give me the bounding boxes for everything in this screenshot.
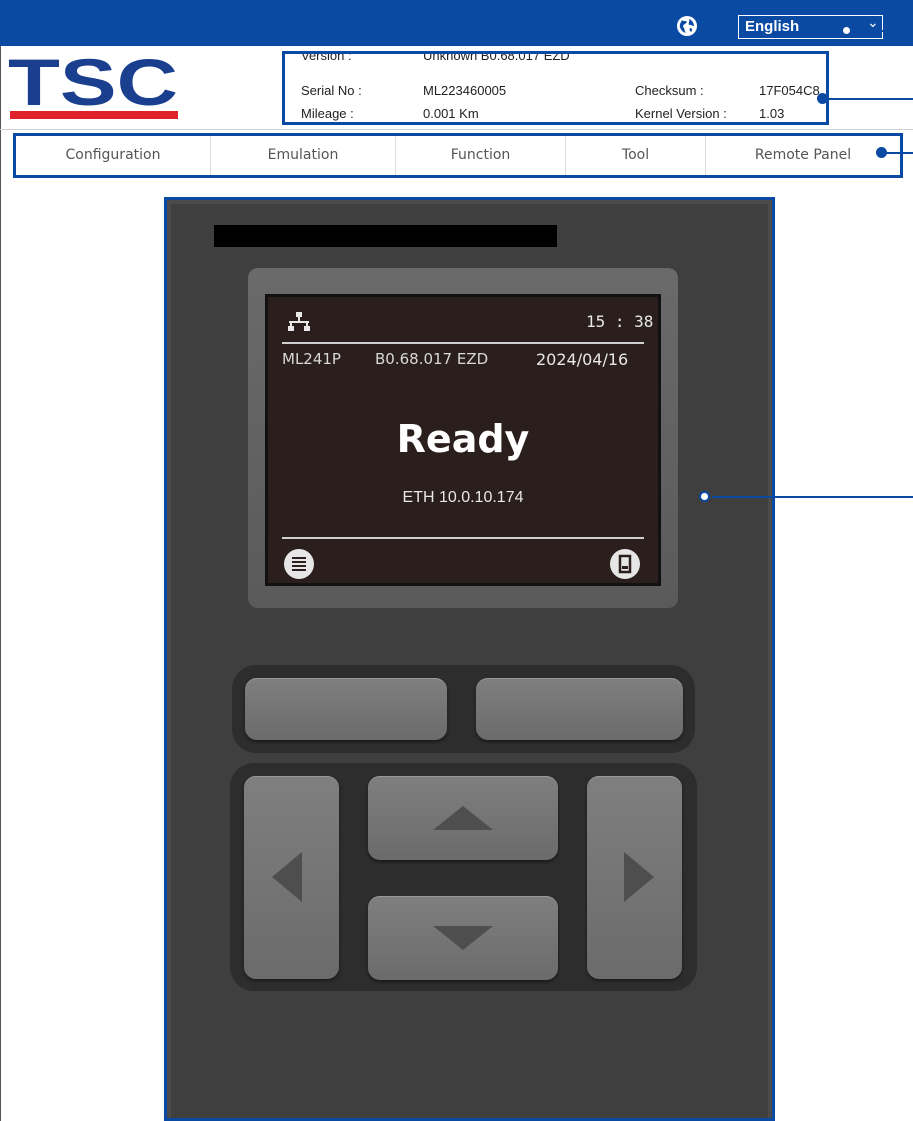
chevron-down-icon: ⌄ [867, 14, 879, 30]
main-nav: Configuration Emulation Function Tool Re… [13, 133, 903, 178]
down-arrow-button[interactable] [368, 896, 558, 980]
callout-line-language [850, 30, 913, 32]
lcd-screen: 15 : 38 ML241P B0.68.017 EZD 2024/04/16 … [265, 294, 661, 586]
model-label-bar [214, 225, 557, 247]
kernel-version-label: Kernel Version : [635, 106, 727, 121]
language-select-value: English [745, 18, 800, 35]
left-arrow-button[interactable] [244, 776, 339, 979]
svg-text:TSC: TSC [8, 55, 178, 119]
nav-configuration[interactable]: Configuration [16, 136, 211, 175]
nav-emulation[interactable]: Emulation [211, 136, 396, 175]
lcd-date: 2024/04/16 [536, 350, 629, 369]
version-label: Version : [301, 51, 352, 63]
nav-remote-panel[interactable]: Remote Panel [706, 136, 900, 175]
header-divider [0, 129, 913, 130]
network-icon [288, 312, 310, 331]
version-value: Unknown B0.68.017 EZD [423, 51, 570, 63]
right-arrow-button[interactable] [587, 776, 682, 979]
language-select[interactable]: English ⌄ [738, 14, 883, 39]
mileage-value: 0.001 Km [423, 106, 479, 121]
menu-icon[interactable] [284, 549, 314, 579]
page-edge [0, 46, 1, 1121]
nav-tool[interactable]: Tool [566, 136, 706, 175]
checksum-label: Checksum : [635, 83, 704, 98]
left-softkey-button[interactable] [245, 678, 447, 740]
lcd-firmware: B0.68.017 EZD [375, 350, 489, 368]
nav-function[interactable]: Function [396, 136, 566, 175]
lcd-model: ML241P [282, 350, 341, 368]
left-arrow-icon [272, 852, 302, 902]
right-arrow-icon [624, 852, 654, 902]
lcd-divider-bottom [282, 537, 644, 539]
serial-value: ML223460005 [423, 83, 507, 98]
tsc-logo: TSC [8, 55, 178, 119]
callout-line-panel [712, 496, 913, 498]
lcd-time: 15 : 38 [586, 312, 654, 331]
callout-line-info [826, 98, 913, 100]
serial-label: Serial No : [301, 83, 362, 98]
lcd-divider-top [282, 342, 644, 344]
checksum-value: 17F054C8 [759, 83, 820, 98]
top-bar: English ⌄ [0, 0, 913, 46]
document-icon[interactable] [610, 549, 640, 579]
lcd-status: Ready [396, 417, 530, 461]
up-arrow-button[interactable] [368, 776, 558, 860]
kernel-version-value: 1.03 [759, 106, 785, 121]
globe-icon[interactable] [676, 15, 698, 37]
down-arrow-icon [433, 926, 493, 950]
callout-dot-nav [876, 147, 887, 158]
callout-dot-language [841, 25, 852, 36]
right-softkey-button[interactable] [476, 678, 683, 740]
callout-line-nav [885, 152, 913, 154]
lcd-ip-address: ETH 10.0.10.174 [402, 489, 524, 506]
mileage-label: Mileage : [301, 106, 354, 121]
callout-dot-info [817, 93, 828, 104]
up-arrow-icon [433, 806, 493, 830]
printer-info-panel: Version : Unknown B0.68.017 EZD Serial N… [282, 51, 829, 125]
callout-dot-panel [699, 491, 710, 502]
